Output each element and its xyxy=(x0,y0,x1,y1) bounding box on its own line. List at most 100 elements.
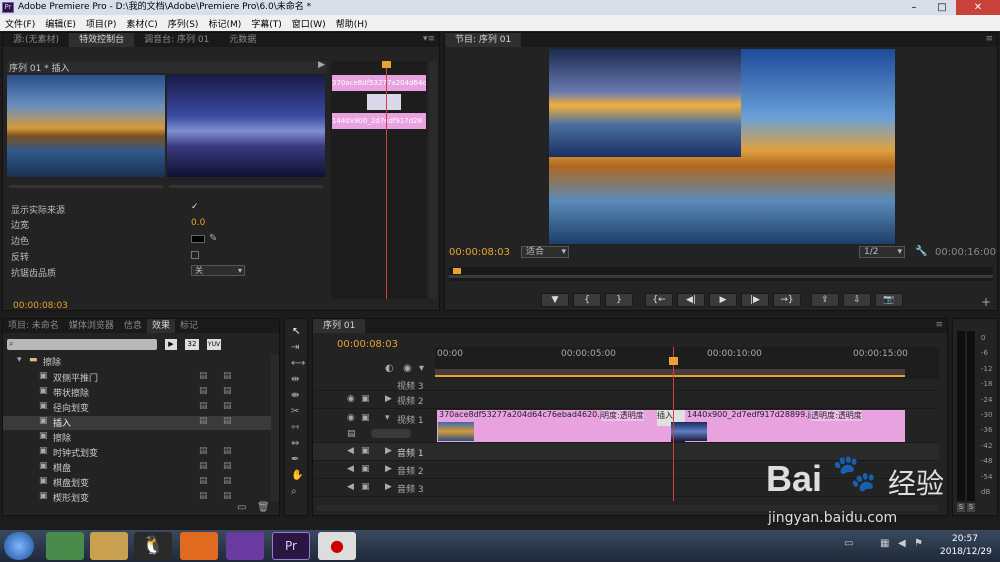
expand-icon[interactable]: ▶ xyxy=(385,464,392,474)
eye-icon[interactable]: ◉ xyxy=(347,394,355,404)
slide-tool-icon[interactable]: ⇔ xyxy=(291,439,299,449)
tab-sequence[interactable]: 序列 01 xyxy=(313,319,366,333)
show-source-checkbox[interactable]: ✓ xyxy=(191,202,199,212)
menu-edit[interactable]: 编辑(E) xyxy=(40,17,81,30)
accelerated-effects-icon[interactable]: ▶ xyxy=(165,339,177,350)
timeline-playhead[interactable] xyxy=(673,347,674,501)
delete-icon[interactable]: 🗑 xyxy=(257,503,270,513)
lock-icon[interactable]: ▣ xyxy=(361,482,370,492)
selection-tool-icon[interactable]: ↖ xyxy=(292,327,300,337)
lock-icon[interactable]: ▣ xyxy=(361,413,370,423)
razor-tool-icon[interactable]: ✂ xyxy=(291,407,299,417)
menu-file[interactable]: 文件(F) xyxy=(0,17,40,30)
tab-project[interactable]: 项目: 未命名 xyxy=(3,319,64,333)
step-back-button[interactable]: ◀| xyxy=(677,293,705,307)
start-button[interactable] xyxy=(4,532,34,560)
border-width-value[interactable]: 0.0 xyxy=(191,218,205,228)
clip-2-fx[interactable]: 透明度:透明度 xyxy=(811,410,862,421)
hand-tool-icon[interactable]: ✋ xyxy=(291,471,303,481)
program-timecode[interactable]: 00:00:08:03 xyxy=(449,247,510,258)
menu-clip[interactable]: 素材(C) xyxy=(121,17,162,30)
keyframe-nav[interactable] xyxy=(371,429,411,438)
folder-wipe[interactable]: ▾ ▬ 擦除 xyxy=(3,355,271,368)
effect-item-selected[interactable]: ▣ 插入 ▤ ▤ xyxy=(3,416,271,430)
taskbar-app-recorder[interactable]: ● xyxy=(318,532,356,560)
close-button[interactable]: ✕ xyxy=(956,0,1000,15)
export-frame-button[interactable]: 📷 xyxy=(875,293,903,307)
expand-icon[interactable]: ▶ xyxy=(385,482,392,492)
taskbar-app-video[interactable] xyxy=(226,532,264,560)
speaker-icon[interactable]: ◀ xyxy=(347,464,354,474)
expand-icon[interactable]: ▶ xyxy=(385,446,392,456)
tray-keyboard-icon[interactable]: ▭ xyxy=(844,538,853,549)
effect-timecode[interactable]: 00:00:08:03 xyxy=(13,301,68,311)
tray-flag-icon[interactable]: ⚑ xyxy=(914,538,923,549)
tab-markers[interactable]: 标记 xyxy=(175,319,203,333)
lock-icon[interactable]: ▣ xyxy=(361,394,370,404)
play-button[interactable]: ▶ xyxy=(709,293,737,307)
zoom-select[interactable]: 适合 ▾ xyxy=(521,246,569,258)
tab-metadata[interactable]: 元数据 xyxy=(219,33,266,47)
effect-item[interactable]: ▣ 棋盘划变 ▤ ▤ xyxy=(3,476,271,490)
menu-help[interactable]: 帮助(H) xyxy=(331,17,373,30)
antialias-select[interactable]: 关 ▾ xyxy=(191,265,245,276)
lift-button[interactable]: ⇪ xyxy=(811,293,839,307)
effect-item[interactable]: ▣ 带状擦除 ▤ ▤ xyxy=(3,386,271,400)
effects-search-input[interactable]: ⌕ xyxy=(7,339,157,350)
taskbar-app-explorer[interactable] xyxy=(90,532,128,560)
add-marker-icon[interactable]: ▾ xyxy=(419,364,424,374)
ripple-edit-tool-icon[interactable]: ⟷ xyxy=(291,359,305,369)
tab-audio-mixer[interactable]: 调音台: 序列 01 xyxy=(134,33,219,47)
pen-tool-icon[interactable]: ✒ xyxy=(291,455,299,465)
taskbar-app-qq[interactable]: 🐧 xyxy=(134,532,172,560)
add-button-icon[interactable]: + xyxy=(981,296,991,308)
preview-a-slider[interactable] xyxy=(9,185,163,188)
speaker-icon[interactable]: ◀ xyxy=(347,482,354,492)
linked-selection-icon[interactable]: ◉ xyxy=(403,364,412,374)
lock-icon[interactable]: ▣ xyxy=(361,446,370,456)
effect-item[interactable]: ▣ 时钟式划变 ▤ ▤ xyxy=(3,446,271,460)
rate-stretch-tool-icon[interactable]: ⇼ xyxy=(291,391,299,401)
snap-icon[interactable]: ◐ xyxy=(385,364,394,374)
time-ruler[interactable]: 00:00 00:00:05:00 00:00:10:00 00:00:15:0… xyxy=(435,347,939,379)
zoom-tool-icon[interactable]: ⌕ xyxy=(291,487,297,497)
taskbar-app-firefox[interactable] xyxy=(180,532,218,560)
mini-clip-b[interactable]: 1440x900_2d7edf917d28 xyxy=(332,113,426,129)
go-to-in-button[interactable]: {← xyxy=(645,293,673,307)
clock-time[interactable]: 20:57 xyxy=(952,534,978,544)
mini-playhead-handle[interactable] xyxy=(382,61,391,68)
preview-b-slider[interactable] xyxy=(169,185,323,188)
tab-source[interactable]: 源:(无素材) xyxy=(3,33,69,47)
mark-in-button[interactable]: { xyxy=(573,293,601,307)
menu-marker[interactable]: 标记(M) xyxy=(203,17,246,30)
program-playhead-handle[interactable] xyxy=(453,268,461,274)
effect-item[interactable]: ▣ 棋盘 ▤ ▤ xyxy=(3,461,271,475)
tray-network-icon[interactable]: ▦ xyxy=(880,538,889,549)
tab-info[interactable]: 信息 xyxy=(119,319,147,333)
minimize-button[interactable]: – xyxy=(900,0,928,15)
clip-2[interactable]: 1440x900_2d7edf917d28899.jpg 透明度:透明度 xyxy=(671,410,905,442)
panel-menu-icon[interactable]: ▾≡ xyxy=(423,34,435,44)
effect-item[interactable]: ▣ 楔形划变 ▤ ▤ xyxy=(3,491,271,503)
effect-scrollbar[interactable] xyxy=(429,61,437,299)
border-color-swatch[interactable] xyxy=(191,235,205,243)
timeline-menu-icon[interactable]: ≡ xyxy=(935,320,943,330)
mini-transition[interactable] xyxy=(367,94,401,110)
menu-project[interactable]: 项目(P) xyxy=(81,17,121,30)
program-menu-icon[interactable]: ≡ xyxy=(985,34,993,44)
work-area-bar[interactable] xyxy=(435,369,905,377)
tab-effects[interactable]: 效果 xyxy=(146,319,175,333)
go-to-out-button[interactable]: →} xyxy=(773,293,801,307)
display-style-icon[interactable]: ▤ xyxy=(347,429,356,439)
mark-out-button[interactable]: } xyxy=(605,293,633,307)
speaker-icon[interactable]: ◀ xyxy=(347,446,354,456)
track-select-tool-icon[interactable]: ⇥ xyxy=(291,343,299,353)
mini-playhead[interactable] xyxy=(386,61,387,299)
timeline-timecode[interactable]: 00:00:08:03 xyxy=(337,339,398,350)
tab-media-browser[interactable]: 媒体浏览器 xyxy=(64,319,119,333)
expand-icon[interactable]: ▶ xyxy=(385,394,392,404)
menu-sequence[interactable]: 序列(S) xyxy=(163,17,204,30)
extract-button[interactable]: ⇩ xyxy=(843,293,871,307)
timeline-playhead-handle[interactable] xyxy=(669,357,678,365)
yuv-effects-button[interactable]: YUV xyxy=(207,339,221,350)
